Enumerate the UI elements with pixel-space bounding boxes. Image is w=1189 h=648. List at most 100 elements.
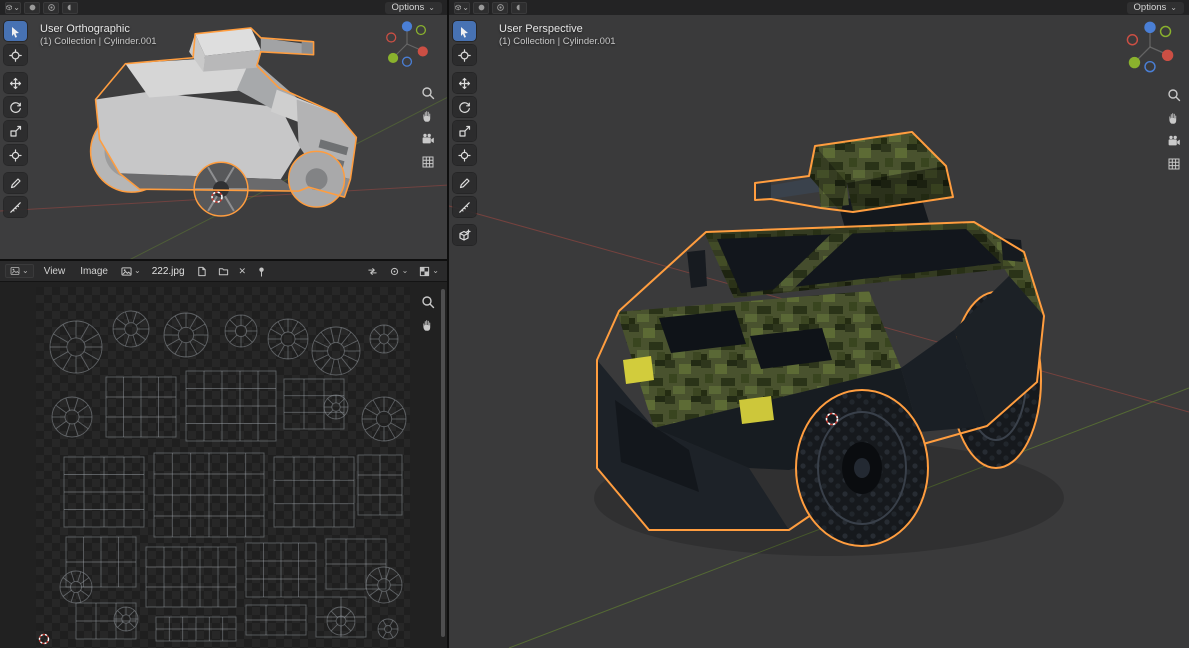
zoom-icon[interactable] [421, 86, 435, 100]
zoom-icon[interactable] [421, 295, 435, 309]
sphere-icon [28, 3, 37, 12]
chevron-down-icon: ⌄ [462, 4, 469, 12]
options-button[interactable]: Options ⌄ [1127, 2, 1184, 14]
mode-button-1[interactable] [24, 2, 40, 14]
menu-image[interactable]: Image [75, 265, 113, 278]
zoom-icon[interactable] [1167, 88, 1181, 102]
options-button[interactable]: Options ⌄ [385, 2, 442, 14]
display-channels-button[interactable]: ⌄ [416, 265, 442, 278]
annotate-tool[interactable] [4, 173, 27, 193]
axis-x-handle[interactable] [418, 46, 428, 56]
chevron-down-icon: ⌄ [402, 267, 409, 275]
axis-z-handle[interactable] [402, 21, 412, 31]
axis-x-neg-handle[interactable] [1127, 35, 1137, 45]
new-image-button[interactable] [193, 265, 210, 278]
new-file-icon [196, 266, 207, 277]
sphere-dot-icon [47, 3, 56, 12]
chevron-down-icon: ⌄ [428, 4, 435, 12]
sphere-icon [477, 3, 486, 12]
viewport-editor-icon [455, 3, 461, 12]
cursor-tool[interactable] [453, 45, 476, 65]
open-image-button[interactable] [215, 265, 232, 278]
mode-button-3[interactable] [511, 2, 527, 14]
pin-button[interactable] [253, 265, 270, 278]
add-cube-tool[interactable] [453, 225, 476, 245]
uv-image-editor[interactable]: ⌄ View Image ⌄ 222.jpg ✕ ⌄ ⌄ [0, 261, 449, 648]
measure-tool[interactable] [453, 197, 476, 217]
axis-z-neg-handle[interactable] [403, 57, 412, 66]
transform-tool[interactable] [453, 145, 476, 165]
chevron-down-icon: ⌄ [432, 267, 439, 275]
move-tool[interactable] [453, 73, 476, 93]
uv-canvas[interactable] [36, 287, 410, 648]
select-box-tool[interactable] [453, 21, 476, 41]
view-mode-label: User Orthographic [40, 23, 130, 35]
select-box-tool[interactable] [4, 21, 27, 41]
scene-perspective[interactable] [449, 0, 1189, 648]
editor-type-button[interactable]: ⌄ [454, 2, 470, 14]
mode-button-3[interactable] [62, 2, 78, 14]
editor-type-button[interactable]: ⌄ [5, 2, 21, 14]
viewport-nav-buttons [421, 86, 435, 169]
uv-sync-button[interactable] [364, 265, 381, 278]
hand-pan-icon[interactable] [421, 318, 435, 332]
measure-tool[interactable] [4, 197, 27, 217]
rotate-tool[interactable] [4, 97, 27, 117]
image-icon [121, 266, 132, 277]
pivot-select-button[interactable]: ⌄ [386, 265, 412, 278]
hand-pan-icon[interactable] [1167, 111, 1181, 125]
annotate-tool[interactable] [453, 173, 476, 193]
axis-y-handle[interactable] [1129, 57, 1140, 68]
camera-view-icon[interactable] [421, 132, 435, 146]
scale-tool[interactable] [4, 121, 27, 141]
tool-shelf [4, 21, 27, 225]
axis-y-neg-handle[interactable] [416, 26, 425, 35]
axis-x-handle[interactable] [1162, 50, 1173, 61]
uv-2d-cursor-layer [36, 287, 410, 648]
image-browse-button[interactable]: ⌄ [118, 265, 144, 278]
rotate-tool[interactable] [453, 97, 476, 117]
chevron-down-icon: ⌄ [13, 4, 20, 12]
menu-view[interactable]: View [39, 265, 71, 278]
camera-view-icon[interactable] [1167, 134, 1181, 148]
move-tool[interactable] [4, 73, 27, 93]
axis-y-neg-handle[interactable] [1161, 26, 1171, 36]
chevron-down-icon: ⌄ [22, 267, 29, 275]
axis-y-handle[interactable] [388, 53, 398, 63]
mode-button-2[interactable] [43, 2, 59, 14]
mode-button-1[interactable] [473, 2, 489, 14]
scale-tool[interactable] [453, 121, 476, 141]
image-editor-icon [10, 266, 20, 276]
viewport-header: ⌄ Options ⌄ [449, 0, 1189, 15]
uv-nav-buttons [421, 295, 435, 332]
hand-pan-icon[interactable] [421, 109, 435, 123]
navigation-gizmo[interactable] [381, 18, 433, 70]
tool-shelf [453, 21, 476, 253]
vehicle-gray-model[interactable] [91, 28, 357, 216]
viewport-orthographic[interactable]: ⌄ Options ⌄ User Orthographic (1) Collec… [0, 0, 449, 261]
2d-cursor [40, 635, 49, 644]
mode-button-2[interactable] [492, 2, 508, 14]
axis-z-neg-handle[interactable] [1145, 62, 1155, 72]
sphere-half-icon [66, 3, 75, 12]
sync-arrows-icon [367, 266, 378, 277]
turret[interactable] [755, 132, 953, 212]
axis-x-neg-handle[interactable] [387, 33, 396, 42]
cursor-tool[interactable] [4, 45, 27, 65]
sphere-dot-icon [496, 3, 505, 12]
grid-toggle-icon[interactable] [421, 155, 435, 169]
viewport-perspective[interactable]: ⌄ Options ⌄ User Perspective (1) Collect… [449, 0, 1189, 648]
transform-tool[interactable] [4, 145, 27, 165]
blender-window: { "icons": { "caret": "⌄", "close": "✕" … [0, 0, 1189, 648]
uv-scrollbar[interactable] [441, 289, 445, 637]
editor-type-button[interactable]: ⌄ [5, 264, 34, 278]
unlink-image-button[interactable]: ✕ [237, 266, 249, 277]
axis-z-handle[interactable] [1144, 22, 1155, 33]
pivot-sphere-icon [389, 266, 400, 277]
image-name[interactable]: 222.jpg [149, 266, 188, 277]
grid-toggle-icon[interactable] [1167, 157, 1181, 171]
options-label: Options [1134, 2, 1167, 13]
navigation-gizmo[interactable] [1121, 18, 1179, 76]
breadcrumb: (1) Collection | Cylinder.001 [499, 36, 616, 47]
checker-icon [419, 266, 430, 277]
